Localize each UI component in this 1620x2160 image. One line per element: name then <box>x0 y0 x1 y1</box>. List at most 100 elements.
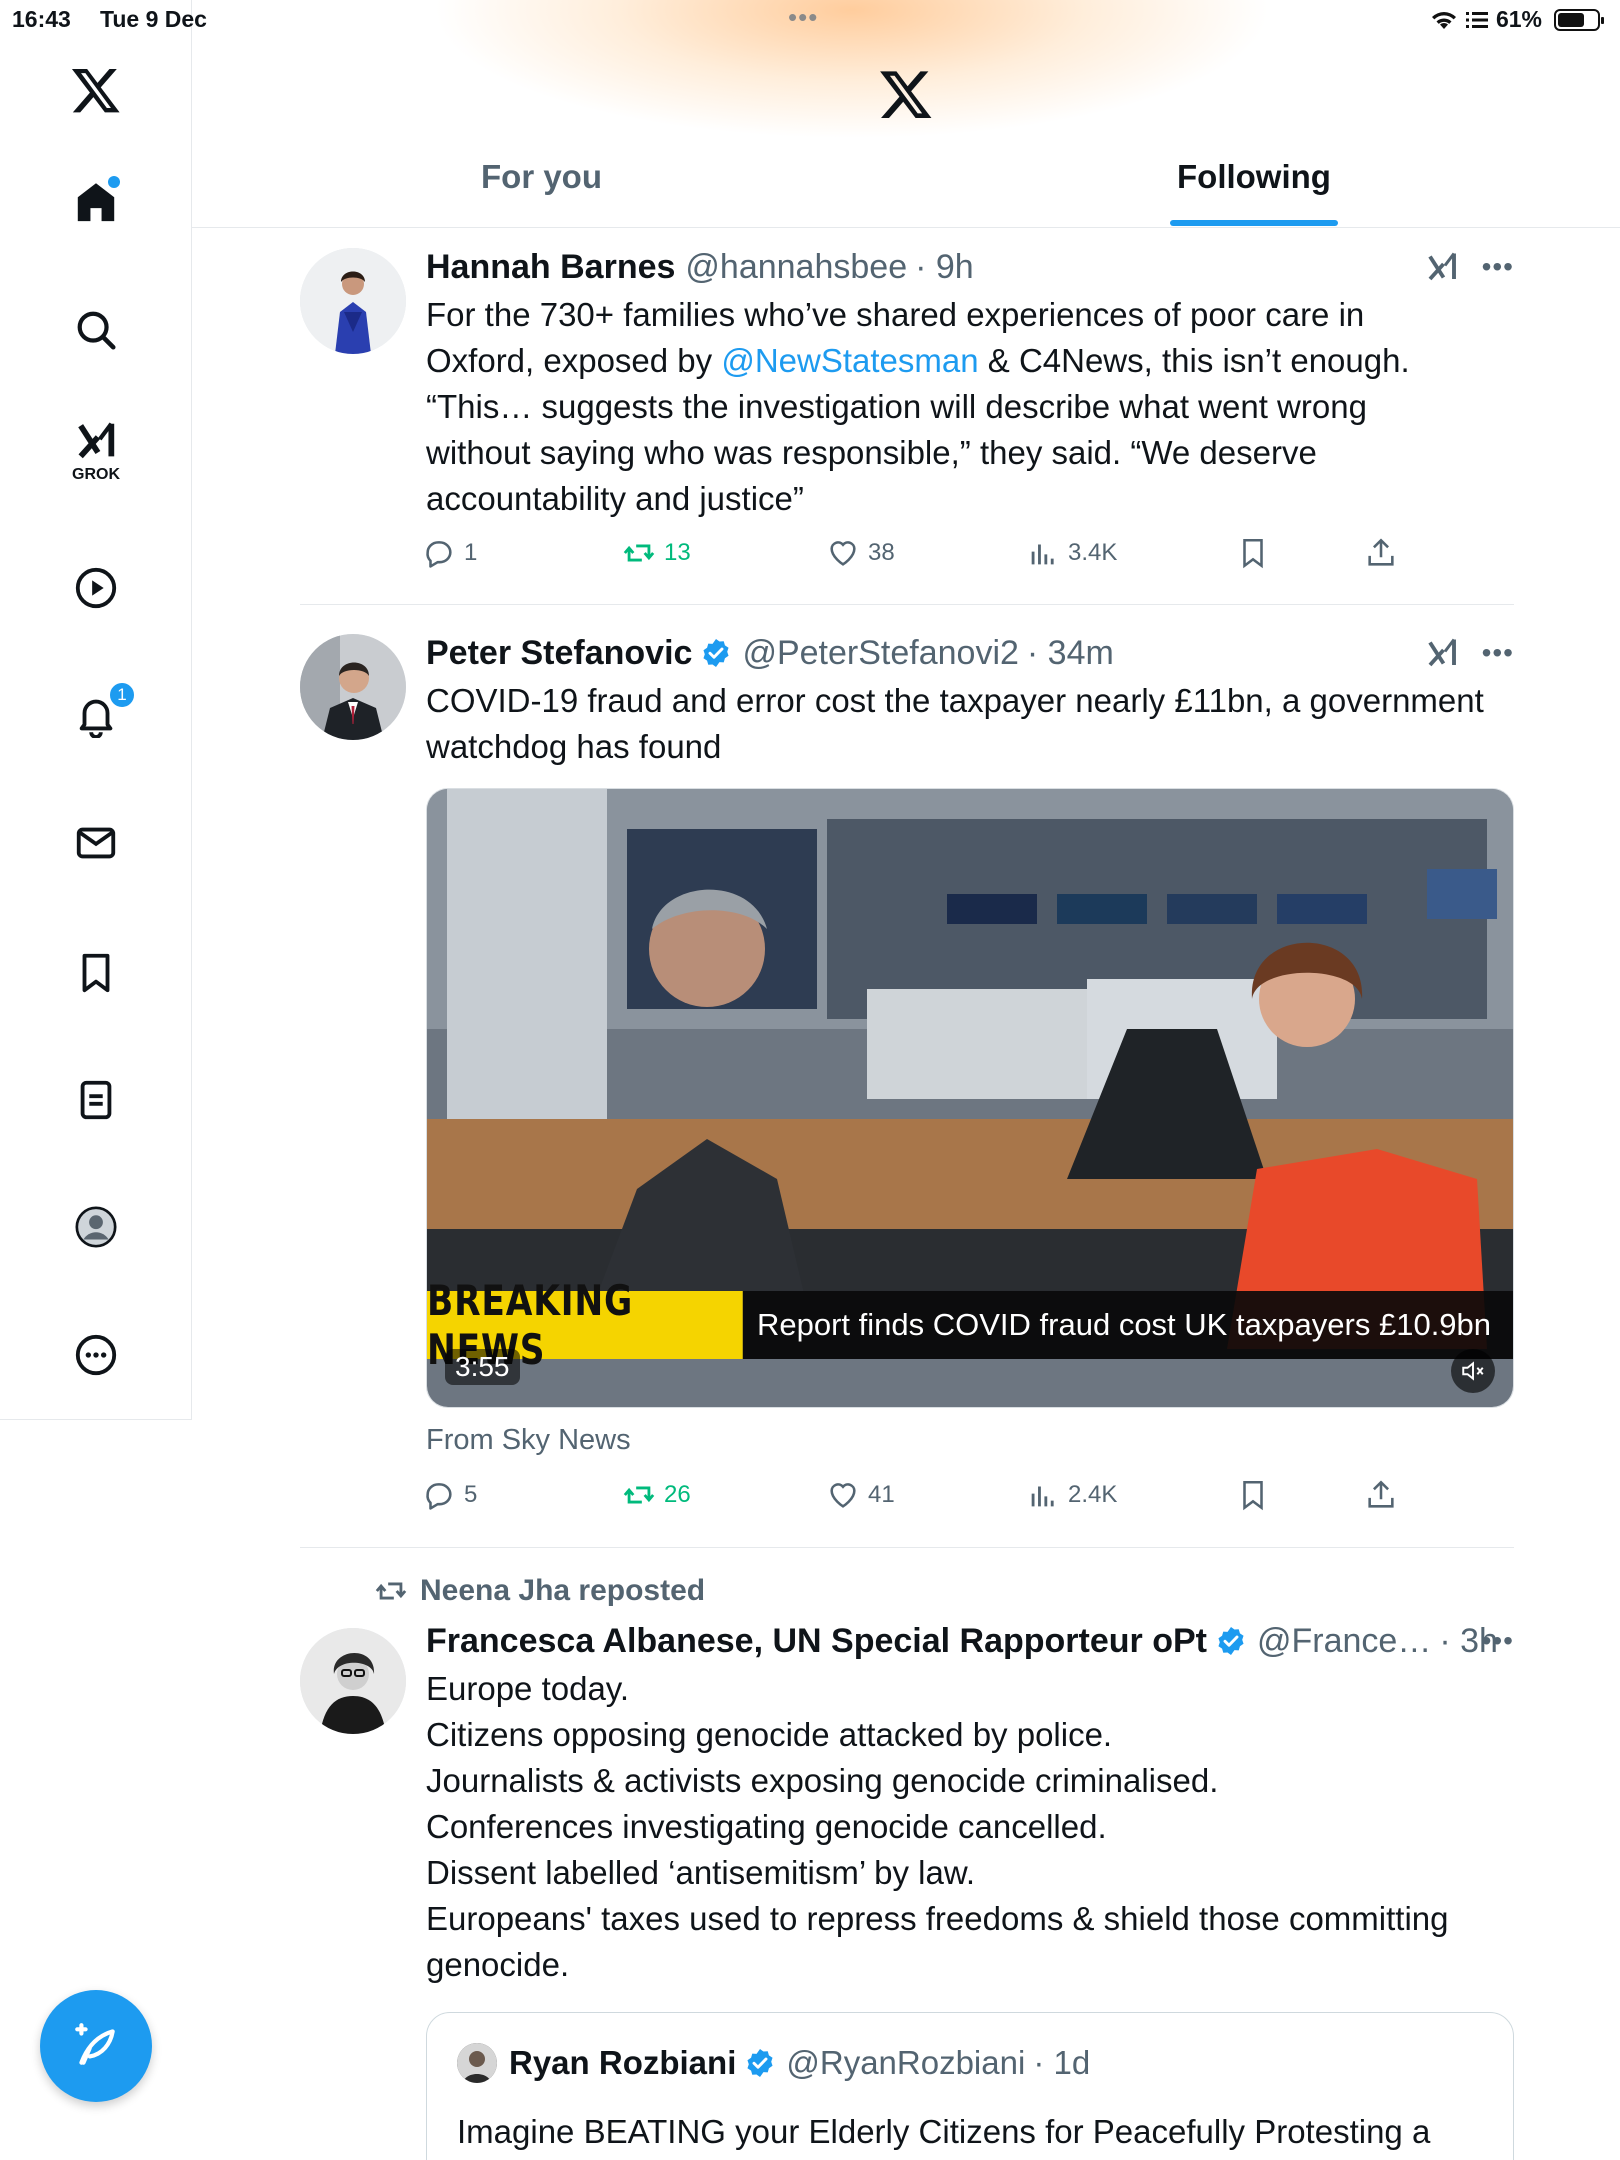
post-text-line: without saying who was responsible,” the… <box>426 434 1317 471</box>
share-button[interactable] <box>1364 1478 1398 1512</box>
grok-icon <box>78 422 115 459</box>
post-text-line: accountability and justice” <box>426 480 804 517</box>
quoted-post[interactable]: Ryan Rozbiani @RyanRozbiani · 1d Imagine… <box>426 2012 1514 2160</box>
sidebar-item-messages[interactable] <box>56 803 136 883</box>
repost-count: 13 <box>664 539 691 566</box>
post-text-line: Oxford, exposed by @NewStatesman & C4New… <box>426 338 1514 384</box>
author-name[interactable]: Peter Stefanovic <box>426 634 692 673</box>
reply-icon <box>426 1483 452 1510</box>
bookmark-button[interactable] <box>1236 1478 1270 1512</box>
mail-icon <box>76 827 116 859</box>
repost-icon <box>375 1582 407 1600</box>
verified-badge-icon[interactable] <box>744 2047 776 2079</box>
quoted-author-name[interactable]: Ryan Rozbiani <box>509 2044 736 2082</box>
quoted-post-time[interactable]: · 1d <box>1033 2044 1090 2082</box>
tab-following[interactable]: Following <box>1177 158 1331 228</box>
quoted-author-handle[interactable]: @RyanRozbiani <box>786 2044 1025 2082</box>
status-time: 16:43 <box>12 6 71 32</box>
repost-icon <box>623 544 655 562</box>
bookmark-icon <box>1243 538 1263 569</box>
avatar[interactable] <box>300 634 406 740</box>
bookmark-button[interactable] <box>1236 536 1270 570</box>
sidebar-item-more[interactable] <box>56 1315 136 1395</box>
repost-count: 26 <box>664 1481 691 1508</box>
post-text-line: COVID-19 fraud and error cost the taxpay… <box>426 682 1484 719</box>
status-right: 61% <box>1430 6 1604 33</box>
share-button[interactable] <box>1364 536 1398 570</box>
avatar[interactable] <box>300 1628 406 1734</box>
sidebar-item-lists[interactable] <box>56 1060 136 1140</box>
author-handle[interactable]: @hannahsbee <box>685 248 907 287</box>
reply-button[interactable]: 5 <box>422 1478 477 1512</box>
repost-context[interactable]: Neena Jha reposted <box>374 1574 705 1608</box>
author-name[interactable]: Francesca Albanese, UN Special Rapporteu… <box>426 1622 1207 1661</box>
notification-badge: 1 <box>108 681 136 709</box>
sidebar-item-video[interactable] <box>56 548 136 628</box>
home-unread-dot <box>108 176 120 188</box>
mute-button[interactable] <box>1451 1349 1495 1393</box>
play-icon <box>75 567 117 609</box>
sidebar-item-home[interactable] <box>56 162 136 242</box>
post-actions: 5 26 41 2.4K <box>422 1478 1422 1518</box>
status-date: Tue 9 Dec <box>100 6 207 32</box>
quoted-post-header: Ryan Rozbiani @RyanRozbiani · 1d <box>457 2043 1090 2083</box>
views-icon <box>1031 544 1054 565</box>
post-divider <box>300 1547 1514 1548</box>
avatar[interactable] <box>300 248 406 354</box>
repost-button[interactable]: 26 <box>622 1478 691 1512</box>
post-text-line: Europe today. <box>426 1670 630 1707</box>
grok-label: GROK <box>72 466 120 483</box>
media-source[interactable]: From Sky News <box>426 1424 631 1457</box>
post-time[interactable]: · 34m <box>1027 634 1114 673</box>
multitask-dots-icon[interactable]: ••• <box>788 2 818 33</box>
sidebar-item-bookmarks[interactable] <box>56 933 136 1013</box>
grok-icon[interactable] <box>1424 635 1460 671</box>
post-header: Francesca Albanese, UN Special Rapporteu… <box>426 1618 1514 1664</box>
more-options-icon[interactable]: ••• <box>1482 637 1514 669</box>
more-options-icon[interactable]: ••• <box>1482 1625 1514 1657</box>
post-text-line: watchdog has found <box>426 728 722 765</box>
repost-button[interactable]: 13 <box>622 536 691 570</box>
sidebar-item-profile[interactable] <box>56 1187 136 1267</box>
sidebar-item-grok[interactable]: GROK <box>56 410 136 490</box>
reply-icon <box>426 541 452 568</box>
video-duration: 3:55 <box>445 1349 520 1385</box>
views-button[interactable]: 2.4K <box>1026 1478 1117 1512</box>
search-icon <box>77 311 116 350</box>
more-options-icon[interactable]: ••• <box>1482 251 1514 283</box>
tab-for-you[interactable]: For you <box>481 158 602 228</box>
post-header-actions: ••• <box>1424 630 1514 676</box>
verified-badge-icon[interactable] <box>1215 1625 1247 1657</box>
author-handle[interactable]: @France… <box>1257 1622 1431 1661</box>
verified-badge-icon[interactable] <box>700 637 732 669</box>
post-divider <box>300 604 1514 605</box>
video-player[interactable]: BREAKING NEWS Report finds COVID fraud c… <box>426 788 1514 1408</box>
post-text-line: For the 730+ families who’ve shared expe… <box>426 296 1365 333</box>
more-icon <box>75 1334 117 1376</box>
author-name[interactable]: Hannah Barnes <box>426 248 675 287</box>
quoted-avatar[interactable] <box>457 2043 497 2083</box>
post-actions: 1 13 38 3.4K <box>422 536 1422 576</box>
post-time[interactable]: · 9h <box>915 248 974 287</box>
views-button[interactable]: 3.4K <box>1026 536 1117 570</box>
x-logo-icon[interactable] <box>56 50 136 130</box>
reply-count: 5 <box>464 1481 478 1508</box>
views-icon <box>1031 1486 1054 1507</box>
mention-link[interactable]: @NewStatesman <box>721 342 978 379</box>
reply-button[interactable]: 1 <box>422 536 477 570</box>
post-text-fragment: & C4News, this isn’t enough. <box>978 342 1410 379</box>
post-header: Peter Stefanovic @PeterStefanovi2 · 34m … <box>426 630 1514 676</box>
compose-post-button[interactable] <box>40 1990 152 2102</box>
views-count: 2.4K <box>1068 1481 1118 1508</box>
sidebar-item-notifications[interactable]: 1 <box>56 675 136 755</box>
post-text: Europe today. Citizens opposing genocide… <box>426 1666 1514 1988</box>
x-logo-header-icon[interactable] <box>870 58 942 130</box>
post-text-line: Journalists & activists exposing genocid… <box>426 1762 1219 1799</box>
post-text-line: Conferences investigating genocide cance… <box>426 1808 1107 1845</box>
repost-icon <box>623 1486 655 1504</box>
like-button[interactable]: 41 <box>826 1478 895 1512</box>
sidebar-item-search[interactable] <box>56 290 136 370</box>
grok-icon[interactable] <box>1424 249 1460 285</box>
author-handle[interactable]: @PeterStefanovi2 <box>742 634 1018 673</box>
like-button[interactable]: 38 <box>826 536 895 570</box>
